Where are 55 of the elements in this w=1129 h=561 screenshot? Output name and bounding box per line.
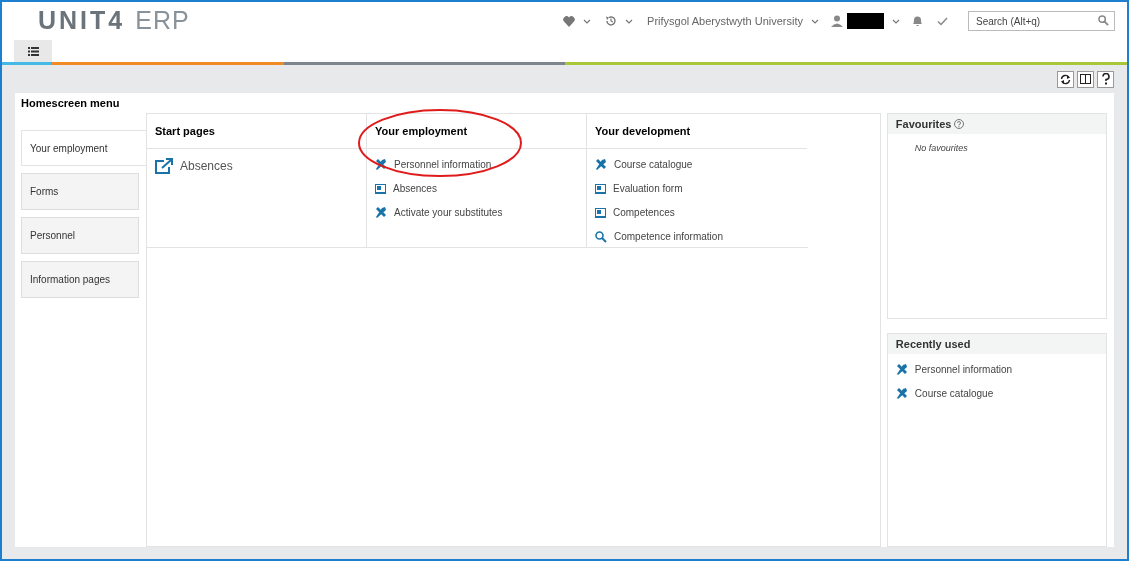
tools-icon [375, 206, 387, 219]
external-link-icon [155, 158, 173, 174]
chevron-icon[interactable] [625, 18, 634, 24]
empty-message: No favourites [913, 142, 969, 155]
split-view-button[interactable] [1077, 70, 1094, 88]
help-button[interactable] [1097, 70, 1114, 88]
logo-product: ERP [135, 5, 190, 37]
heart-icon[interactable] [563, 15, 576, 27]
form-icon [375, 183, 386, 194]
chevron-icon[interactable] [892, 18, 900, 24]
menu-link[interactable]: Personnel information [375, 157, 578, 172]
logo-brand: UNIT4 [38, 5, 126, 37]
sidebar-tab[interactable]: Information pages [21, 261, 139, 298]
history-icon[interactable] [605, 15, 618, 27]
tools-icon [895, 387, 908, 400]
check-icon[interactable] [937, 16, 948, 26]
help-icon [1101, 73, 1110, 85]
user-icon[interactable] [831, 15, 843, 27]
split-view-icon [1080, 74, 1091, 84]
refresh-button[interactable] [1057, 70, 1074, 88]
menu-link[interactable]: Evaluation form [595, 181, 799, 196]
tools-icon [375, 158, 387, 171]
form-icon [595, 207, 606, 218]
column-heading: Your development [595, 123, 691, 139]
sidebar-tab[interactable]: Personnel [21, 217, 139, 254]
search-icon [595, 230, 607, 243]
chevron-icon[interactable] [583, 18, 592, 24]
menu-link[interactable]: Course catalogue [595, 157, 799, 172]
search-icon [1098, 15, 1109, 26]
form-icon [595, 183, 606, 194]
recent-link[interactable]: Course catalogue [895, 386, 1098, 401]
menu-link[interactable]: Absences [375, 181, 578, 196]
refresh-icon [1060, 73, 1071, 85]
sidebar-tab[interactable]: Your employment [21, 130, 146, 166]
page-title: Homescreen menu [21, 96, 121, 111]
company-name[interactable]: Prifysgol Aberystwyth University [647, 12, 803, 30]
chevron-icon[interactable] [811, 18, 819, 24]
menu-link[interactable]: Competence information [595, 229, 799, 244]
menu-link[interactable]: Absences [155, 157, 358, 175]
menu-link[interactable]: Competences [595, 205, 799, 220]
bell-icon[interactable] [912, 15, 923, 27]
column-heading: Your employment [375, 123, 468, 139]
redaction-block [847, 13, 884, 29]
column-heading: Start pages [155, 123, 215, 139]
tools-icon [895, 363, 908, 376]
recent-link[interactable]: Personnel information [895, 362, 1098, 377]
menu-tab[interactable] [14, 40, 52, 62]
help-icon[interactable] [954, 119, 965, 129]
panel-title: Favourites [895, 116, 952, 132]
list-icon [27, 46, 39, 56]
tools-icon [595, 158, 607, 171]
panel-title: Recently used [895, 336, 971, 352]
search-field[interactable]: Search (Alt+q) [968, 11, 1115, 31]
menu-link[interactable]: Activate your substitutes [375, 205, 578, 220]
sidebar-tab[interactable]: Forms [21, 173, 139, 210]
